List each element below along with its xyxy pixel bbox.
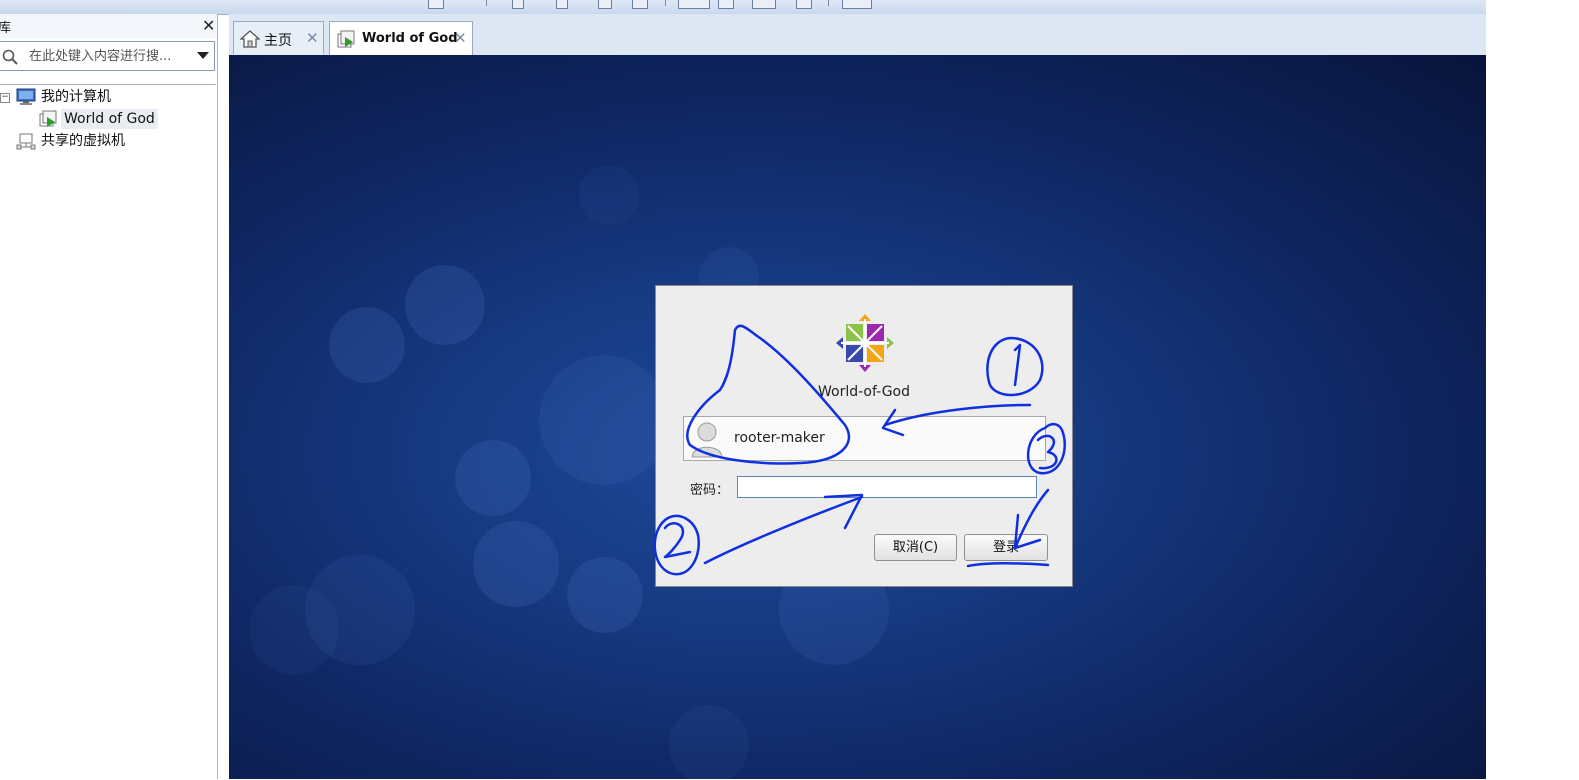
background-bokeh (455, 440, 531, 516)
tree-label-shared-vms: 共享的虚拟机 (41, 133, 125, 149)
shared-vm-icon (16, 133, 36, 150)
background-bokeh (567, 557, 643, 633)
toolbar-button-5[interactable] (632, 0, 648, 9)
cancel-button[interactable]: 取消(C) (874, 534, 957, 561)
tree-item-vm[interactable]: World of God (0, 109, 210, 129)
tab-bar: 主页 ✕ World of God ✕ (229, 14, 1486, 56)
login-dialog: World-of-God rooter-maker 密码： 取消(C) 登录 (655, 285, 1073, 587)
close-icon[interactable]: ✕ (202, 16, 215, 35)
tree-item-my-computer[interactable]: − 我的计算机 (0, 87, 210, 107)
home-icon (240, 30, 260, 48)
search-icon (2, 49, 18, 65)
vm-running-icon (39, 110, 57, 127)
toolbar-separator (486, 0, 487, 6)
computer-icon (16, 88, 36, 105)
library-panel: 库 ✕ − 我的计算机 World of God (0, 14, 218, 779)
background-bokeh (405, 265, 485, 345)
user-list-item[interactable]: rooter-maker (683, 416, 1046, 461)
vm-running-icon (337, 30, 355, 48)
toolbar-button-7[interactable] (718, 0, 734, 9)
toolbar-button-10[interactable] (842, 0, 872, 9)
close-icon[interactable]: ✕ (306, 29, 319, 47)
background-bokeh (249, 585, 339, 675)
library-tree: − 我的计算机 World of God 共享的虚拟机 (0, 84, 216, 780)
library-title: 库 (0, 21, 12, 36)
tree-label-my-computer: 我的计算机 (41, 89, 111, 105)
user-avatar-icon (691, 422, 723, 458)
toolbar-button-4[interactable] (598, 0, 612, 9)
tab-home[interactable]: 主页 ✕ (233, 21, 324, 54)
tree-label-vm: World of God (61, 109, 158, 129)
tree-item-shared-vms[interactable]: 共享的虚拟机 (0, 131, 210, 151)
toolbar-button-9[interactable] (796, 0, 812, 9)
toolbar-button-2[interactable] (512, 0, 524, 9)
username-label: rooter-maker (734, 430, 825, 446)
toolbar-separator (828, 0, 829, 6)
login-button[interactable]: 登录 (964, 534, 1048, 561)
collapse-toggle-icon[interactable]: − (0, 93, 10, 103)
background-bokeh (473, 521, 559, 607)
background-bokeh (539, 355, 669, 485)
hostname-label: World-of-God (817, 384, 911, 400)
tab-world-of-god-label: World of God (362, 31, 458, 46)
close-icon[interactable]: ✕ (454, 29, 467, 47)
library-header: 库 ✕ (0, 14, 217, 38)
dropdown-arrow-icon[interactable] (197, 52, 209, 59)
toolbar-button-6[interactable] (678, 0, 710, 9)
background-bokeh (329, 307, 405, 383)
centos-logo-icon (836, 314, 894, 372)
library-search (0, 41, 215, 71)
search-input[interactable] (29, 47, 189, 65)
tab-world-of-god[interactable]: World of God ✕ (329, 21, 473, 55)
toolbar-separator (665, 0, 666, 6)
toolbar (0, 0, 1486, 15)
toolbar-button-3[interactable] (556, 0, 568, 9)
password-label: 密码： (690, 483, 730, 498)
password-field[interactable] (737, 476, 1037, 498)
background-bokeh (579, 165, 639, 225)
toolbar-button-8[interactable] (752, 0, 776, 9)
toolbar-button-1[interactable] (428, 0, 444, 9)
tab-home-label: 主页 (264, 33, 292, 49)
background-bokeh (669, 705, 749, 779)
